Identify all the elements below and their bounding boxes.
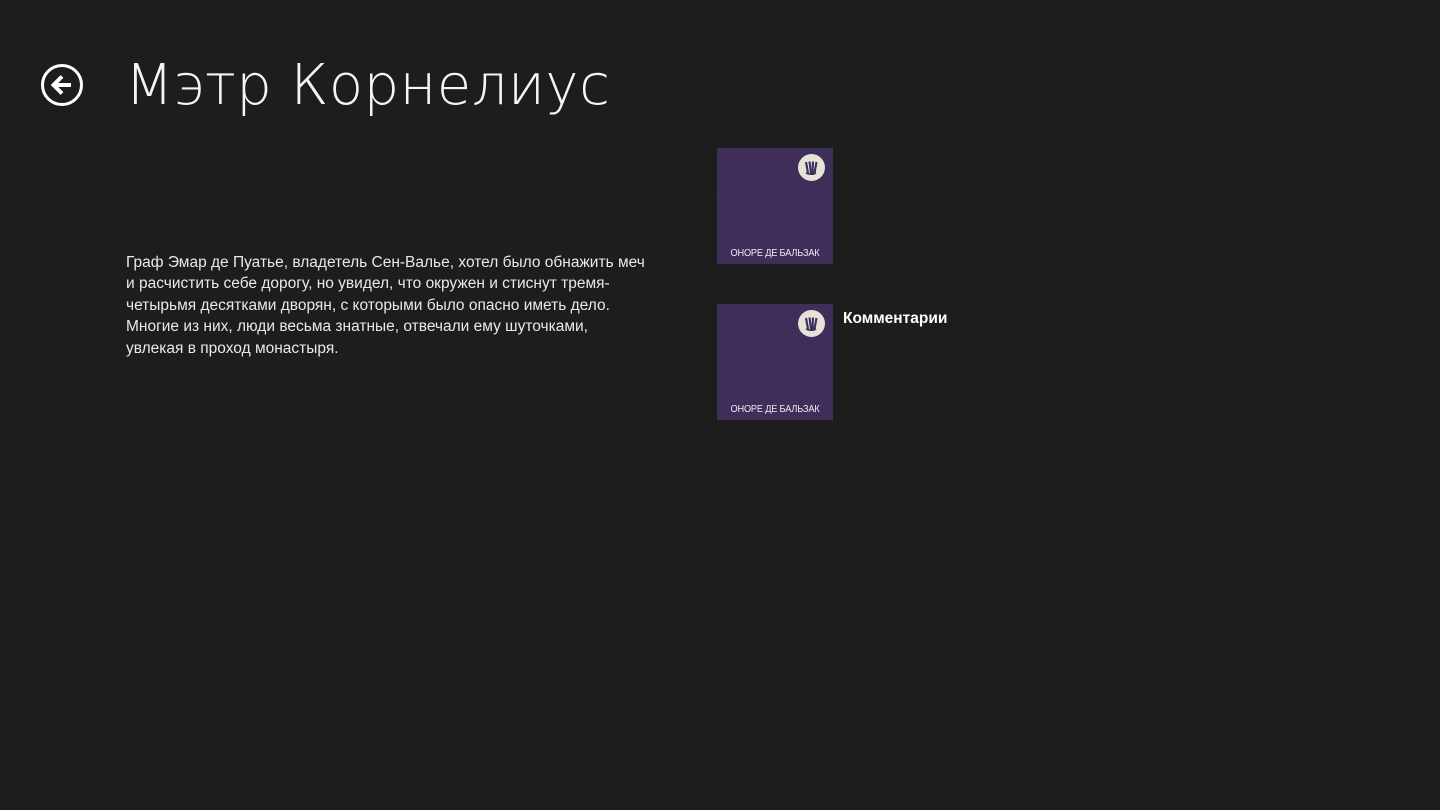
list-item[interactable]: ОНОРЕ ДЕ БАЛЬЗАК <box>717 148 843 264</box>
book-cover: ОНОРЕ ДЕ БАЛЬЗАК <box>717 148 833 264</box>
page: Мэтр Корнелиус Граф Эмар де Пуатье, влад… <box>0 0 1440 810</box>
description-text: Граф Эмар де Пуатье, владетель Сен-Валье… <box>126 254 645 357</box>
cover-author: ОНОРЕ ДЕ БАЛЬЗАК <box>730 404 820 415</box>
item-label-comments: Комментарии <box>843 310 948 327</box>
back-button[interactable] <box>40 63 84 107</box>
publisher-logo-icon <box>798 154 825 181</box>
cover-author: ОНОРЕ ДЕ БАЛЬЗАК <box>730 248 820 259</box>
publisher-logo-icon <box>798 310 825 337</box>
page-title: Мэтр Корнелиус <box>125 53 611 118</box>
back-arrow-circle-icon <box>41 64 83 106</box>
book-cover: ОНОРЕ ДЕ БАЛЬЗАК <box>717 304 833 420</box>
list-item[interactable]: ОНОРЕ ДЕ БАЛЬЗАК Комментарии <box>717 304 947 420</box>
